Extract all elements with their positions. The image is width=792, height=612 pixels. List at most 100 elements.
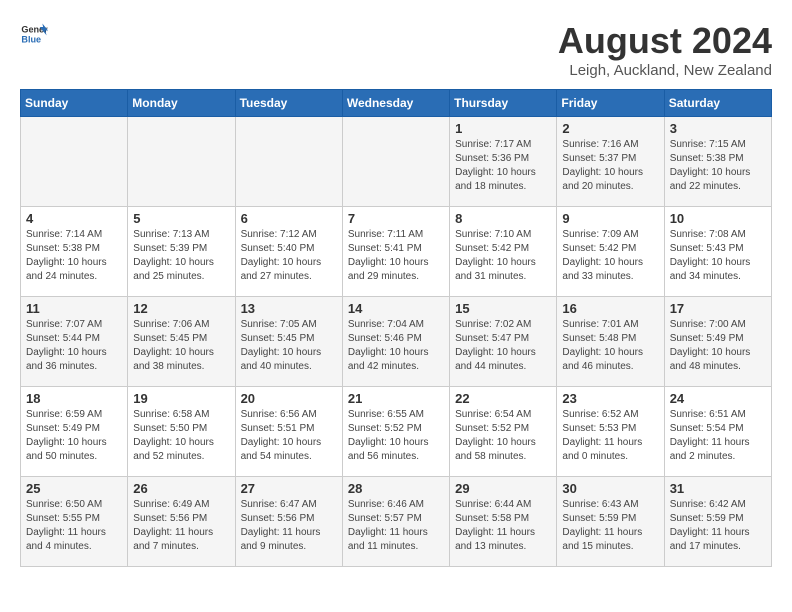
column-header-monday: Monday	[128, 90, 235, 117]
day-number: 10	[670, 211, 766, 226]
day-number: 1	[455, 121, 551, 136]
calendar-week-row: 11 Sunrise: 7:07 AM Sunset: 5:44 PM Dayli…	[21, 297, 772, 387]
day-info: Sunrise: 6:43 AM Sunset: 5:59 PM Dayligh…	[562, 498, 658, 554]
day-info: Sunrise: 7:01 AM Sunset: 5:48 PM Dayligh…	[562, 318, 658, 374]
calendar-day-14: 14Sunrise: 7:04 AM Sunset: 5:46 PM Dayli…	[342, 297, 449, 387]
day-number: 29	[455, 481, 551, 496]
day-number: 7	[348, 211, 444, 226]
day-number: 5	[133, 211, 229, 226]
calendar-day-23: 23 Sunrise: 6:52 AM Sunset: 5:53 PM Dayli…	[557, 387, 664, 477]
day-number: 28	[348, 481, 444, 496]
day-info: Sunrise: 6:46 AM Sunset: 5:57 PM Dayligh…	[348, 498, 444, 554]
calendar-day-15: 15Sunrise: 7:02 AM Sunset: 5:47 PM Dayli…	[450, 297, 557, 387]
column-header-saturday: Saturday	[664, 90, 771, 117]
day-number: 26	[133, 481, 229, 496]
calendar-day-22: 22 Sunrise: 6:54 AM Sunset: 5:52 PM Dayli…	[450, 387, 557, 477]
day-info: Sunrise: 6:51 AM Sunset: 5:54 PM Dayligh…	[670, 408, 766, 464]
calendar-day-29: 29 Sunrise: 6:44 AM Sunset: 5:58 PM Dayli…	[450, 477, 557, 567]
day-info: Sunrise: 7:12 AM Sunset: 5:40 PM Dayligh…	[241, 228, 337, 284]
day-info: Sunrise: 7:07 AM Sunset: 5:44 PM Dayligh…	[26, 318, 122, 374]
calendar-day-10: 10 Sunrise: 7:08 AM Sunset: 5:43 PM Dayli…	[664, 207, 771, 297]
calendar-table: SundayMondayTuesdayWednesdayThursdayFrid…	[20, 89, 772, 567]
logo-icon: General Blue	[20, 20, 48, 48]
calendar-day-16: 16 Sunrise: 7:01 AM Sunset: 5:48 PM Dayli…	[557, 297, 664, 387]
column-header-friday: Friday	[557, 90, 664, 117]
day-info: Sunrise: 6:55 AM Sunset: 5:52 PM Dayligh…	[348, 408, 444, 464]
day-info: Sunrise: 7:00 AM Sunset: 5:49 PM Dayligh…	[670, 318, 766, 374]
calendar-day-8: 8Sunrise: 7:10 AM Sunset: 5:42 PM Daylig…	[450, 207, 557, 297]
day-number: 4	[26, 211, 122, 226]
day-number: 8	[455, 211, 551, 226]
calendar-header-row: SundayMondayTuesdayWednesdayThursdayFrid…	[21, 90, 772, 117]
calendar-day-9: 9Sunrise: 7:09 AM Sunset: 5:42 PM Daylig…	[557, 207, 664, 297]
calendar-day-7: 7 Sunrise: 7:11 AM Sunset: 5:41 PM Daylig…	[342, 207, 449, 297]
calendar-day-13: 13 Sunrise: 7:05 AM Sunset: 5:45 PM Dayli…	[235, 297, 342, 387]
day-info: Sunrise: 7:08 AM Sunset: 5:43 PM Dayligh…	[670, 228, 766, 284]
column-header-sunday: Sunday	[21, 90, 128, 117]
calendar-day-19: 19 Sunrise: 6:58 AM Sunset: 5:50 PM Dayli…	[128, 387, 235, 477]
day-info: Sunrise: 6:58 AM Sunset: 5:50 PM Dayligh…	[133, 408, 229, 464]
calendar-day-25: 25 Sunrise: 6:50 AM Sunset: 5:55 PM Dayli…	[21, 477, 128, 567]
day-number: 18	[26, 391, 122, 406]
calendar-day-1: 1 Sunrise: 7:17 AM Sunset: 5:36 PM Daylig…	[450, 117, 557, 207]
calendar-day-20: 20 Sunrise: 6:56 AM Sunset: 5:51 PM Dayli…	[235, 387, 342, 477]
day-info: Sunrise: 7:15 AM Sunset: 5:38 PM Dayligh…	[670, 138, 766, 194]
day-info: Sunrise: 6:50 AM Sunset: 5:55 PM Dayligh…	[26, 498, 122, 554]
calendar-week-row: 18 Sunrise: 6:59 AM Sunset: 5:49 PM Dayli…	[21, 387, 772, 477]
column-header-tuesday: Tuesday	[235, 90, 342, 117]
day-number: 17	[670, 301, 766, 316]
day-number: 25	[26, 481, 122, 496]
day-info: Sunrise: 7:06 AM Sunset: 5:45 PM Dayligh…	[133, 318, 229, 374]
calendar-day-12: 12 Sunrise: 7:06 AM Sunset: 5:45 PM Dayli…	[128, 297, 235, 387]
day-info: Sunrise: 6:54 AM Sunset: 5:52 PM Dayligh…	[455, 408, 551, 464]
title-area: August 2024 Leigh, Auckland, New Zealand	[558, 20, 772, 79]
day-number: 20	[241, 391, 337, 406]
month-year-title: August 2024	[558, 20, 772, 62]
day-number: 11	[26, 301, 122, 316]
day-number: 22	[455, 391, 551, 406]
calendar-day-31: 31Sunrise: 6:42 AM Sunset: 5:59 PM Dayli…	[664, 477, 771, 567]
day-info: Sunrise: 6:52 AM Sunset: 5:53 PM Dayligh…	[562, 408, 658, 464]
day-info: Sunrise: 6:56 AM Sunset: 5:51 PM Dayligh…	[241, 408, 337, 464]
calendar-day-24: 24Sunrise: 6:51 AM Sunset: 5:54 PM Dayli…	[664, 387, 771, 477]
calendar-empty-cell	[235, 117, 342, 207]
calendar-day-30: 30 Sunrise: 6:43 AM Sunset: 5:59 PM Dayli…	[557, 477, 664, 567]
calendar-day-4: 4 Sunrise: 7:14 AM Sunset: 5:38 PM Daylig…	[21, 207, 128, 297]
day-info: Sunrise: 6:59 AM Sunset: 5:49 PM Dayligh…	[26, 408, 122, 464]
calendar-day-21: 21 Sunrise: 6:55 AM Sunset: 5:52 PM Dayli…	[342, 387, 449, 477]
day-info: Sunrise: 6:47 AM Sunset: 5:56 PM Dayligh…	[241, 498, 337, 554]
day-number: 16	[562, 301, 658, 316]
day-number: 30	[562, 481, 658, 496]
day-info: Sunrise: 7:16 AM Sunset: 5:37 PM Dayligh…	[562, 138, 658, 194]
location-subtitle: Leigh, Auckland, New Zealand	[558, 62, 772, 79]
day-info: Sunrise: 7:11 AM Sunset: 5:41 PM Dayligh…	[348, 228, 444, 284]
calendar-day-11: 11 Sunrise: 7:07 AM Sunset: 5:44 PM Dayli…	[21, 297, 128, 387]
calendar-empty-cell	[342, 117, 449, 207]
day-number: 31	[670, 481, 766, 496]
day-number: 19	[133, 391, 229, 406]
calendar-day-28: 28 Sunrise: 6:46 AM Sunset: 5:57 PM Dayli…	[342, 477, 449, 567]
day-info: Sunrise: 7:14 AM Sunset: 5:38 PM Dayligh…	[26, 228, 122, 284]
day-number: 14	[348, 301, 444, 316]
calendar-day-2: 2Sunrise: 7:16 AM Sunset: 5:37 PM Daylig…	[557, 117, 664, 207]
day-info: Sunrise: 6:49 AM Sunset: 5:56 PM Dayligh…	[133, 498, 229, 554]
day-number: 23	[562, 391, 658, 406]
day-number: 27	[241, 481, 337, 496]
calendar-day-26: 26 Sunrise: 6:49 AM Sunset: 5:56 PM Dayli…	[128, 477, 235, 567]
calendar-week-row: 4 Sunrise: 7:14 AM Sunset: 5:38 PM Daylig…	[21, 207, 772, 297]
day-number: 13	[241, 301, 337, 316]
column-header-wednesday: Wednesday	[342, 90, 449, 117]
day-number: 12	[133, 301, 229, 316]
day-number: 6	[241, 211, 337, 226]
calendar-day-5: 5 Sunrise: 7:13 AM Sunset: 5:39 PM Daylig…	[128, 207, 235, 297]
calendar-week-row: 1 Sunrise: 7:17 AM Sunset: 5:36 PM Daylig…	[21, 117, 772, 207]
day-info: Sunrise: 7:05 AM Sunset: 5:45 PM Dayligh…	[241, 318, 337, 374]
column-header-thursday: Thursday	[450, 90, 557, 117]
calendar-day-18: 18 Sunrise: 6:59 AM Sunset: 5:49 PM Dayli…	[21, 387, 128, 477]
day-number: 21	[348, 391, 444, 406]
day-info: Sunrise: 7:17 AM Sunset: 5:36 PM Dayligh…	[455, 138, 551, 194]
day-info: Sunrise: 6:44 AM Sunset: 5:58 PM Dayligh…	[455, 498, 551, 554]
calendar-day-3: 3Sunrise: 7:15 AM Sunset: 5:38 PM Daylig…	[664, 117, 771, 207]
day-info: Sunrise: 7:13 AM Sunset: 5:39 PM Dayligh…	[133, 228, 229, 284]
calendar-empty-cell	[128, 117, 235, 207]
